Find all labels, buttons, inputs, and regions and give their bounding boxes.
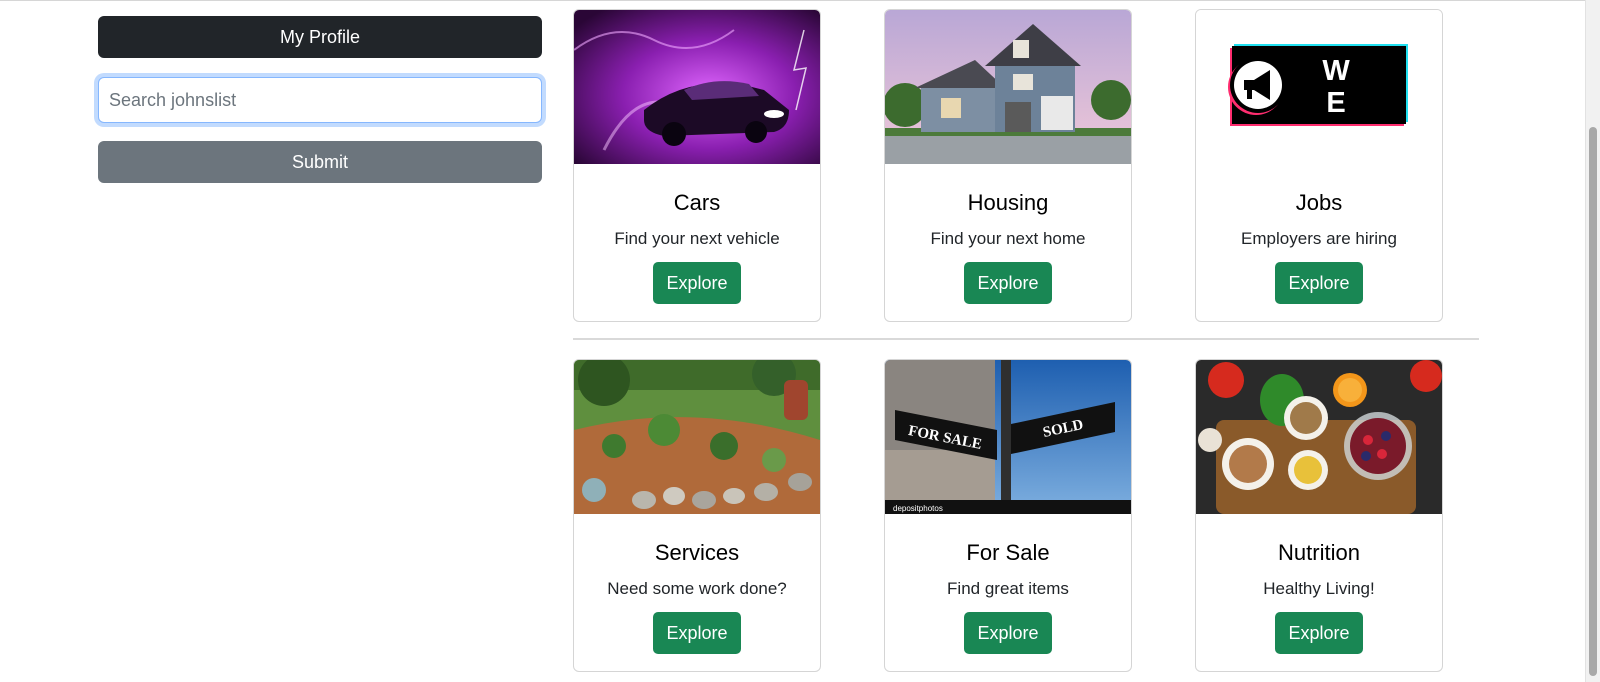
card-jobs: W E Jobs Employers are hiring Explore	[1195, 9, 1443, 322]
explore-for-sale-button[interactable]: Explore	[964, 612, 1052, 654]
card-text: Find your next home	[930, 229, 1086, 248]
watermark-text: depositphotos	[893, 504, 943, 513]
top-border	[0, 0, 1600, 1]
row-divider	[573, 338, 1479, 340]
hiring-banner-text: E	[1326, 87, 1345, 119]
card-text: Employers are hiring	[1241, 229, 1397, 248]
card-title: For Sale	[966, 540, 1050, 565]
services-image	[574, 360, 820, 514]
explore-nutrition-button[interactable]: Explore	[1275, 612, 1363, 654]
card-housing: Housing Find your next home Explore	[884, 9, 1132, 322]
card-nutrition: Nutrition Healthy Living! Explore	[1195, 359, 1443, 672]
card-text: Healthy Living!	[1263, 579, 1375, 598]
search-input[interactable]	[98, 77, 542, 123]
my-profile-button[interactable]: My Profile	[98, 16, 542, 58]
explore-cars-button[interactable]: Explore	[653, 262, 741, 304]
cars-image	[574, 10, 820, 164]
card-for-sale: FOR SALE SOLD depositphotos For Sale Fin…	[884, 359, 1132, 672]
card-title: Housing	[967, 190, 1049, 215]
housing-image	[885, 10, 1131, 164]
submit-button[interactable]: Submit	[98, 141, 542, 183]
card-text: Find great items	[947, 579, 1069, 598]
scrollbar-thumb[interactable]	[1589, 127, 1597, 676]
card-title: Jobs	[1295, 190, 1343, 215]
jobs-image: W E	[1196, 10, 1442, 164]
for-sale-image: FOR SALE SOLD depositphotos	[885, 360, 1131, 514]
card-title: Nutrition	[1278, 540, 1360, 565]
card-title: Services	[654, 540, 740, 565]
explore-services-button[interactable]: Explore	[653, 612, 741, 654]
card-title: Cars	[673, 190, 721, 215]
card-text: Need some work done?	[607, 579, 787, 598]
explore-housing-button[interactable]: Explore	[964, 262, 1052, 304]
card-services: Services Need some work done? Explore	[573, 359, 821, 672]
card-text: Find your next vehicle	[614, 229, 780, 248]
card-cars: Cars Find your next vehicle Explore	[573, 9, 821, 322]
explore-jobs-button[interactable]: Explore	[1275, 262, 1363, 304]
nutrition-image	[1196, 360, 1442, 514]
hiring-banner-text: W	[1322, 55, 1350, 87]
